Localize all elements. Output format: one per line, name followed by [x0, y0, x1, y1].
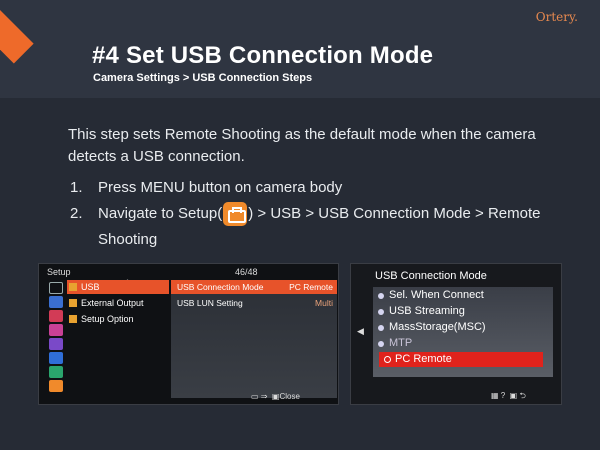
star-icon — [49, 282, 63, 294]
list-item[interactable]: Sel. When Connect — [373, 288, 553, 303]
home-icon — [49, 296, 63, 308]
list-item-selected[interactable]: PC Remote — [379, 352, 543, 367]
usb-options-panel: USB Connection Mode PC Remote USB LUN Set… — [171, 280, 337, 398]
list-item[interactable]: USB Streaming — [373, 304, 553, 319]
camera-setup-menu-screenshot: Setup ︿ 46/48 USB External Output Setup … — [38, 263, 339, 405]
page-title: #4 Set USB Connection Mode — [92, 42, 434, 69]
slide: Ortery. #4 Set USB Connection Mode Camer… — [0, 0, 600, 450]
network-icon — [49, 366, 63, 378]
list-item[interactable]: MTP — [373, 336, 553, 351]
playback-icon — [49, 352, 63, 364]
steps-list: 1. Press MENU button on camera body 2. N… — [70, 175, 570, 253]
brand-logo: Ortery. — [535, 10, 578, 24]
arrow-left-icon: ◀ — [357, 326, 364, 336]
setup-submenu: USB External Output Setup Option — [67, 280, 169, 398]
step-text: Press MENU button on camera body — [98, 179, 343, 196]
footer-icons: ▦ ? ▣ ⮌ — [491, 391, 526, 400]
list-item[interactable]: USB — [67, 280, 169, 294]
af-icon — [49, 338, 63, 350]
menu-title: Setup — [47, 267, 71, 277]
step-2: 2. Navigate to Setup() > USB > USB Conne… — [70, 201, 570, 253]
close-hint: ▭ ⇒ ▣Close — [251, 392, 300, 401]
camera-icon — [49, 310, 63, 322]
toolbox-icon — [223, 202, 248, 227]
page-indicator: 46/48 — [235, 267, 258, 277]
step-1: 1. Press MENU button on camera body — [70, 175, 570, 201]
step-number: 2. — [70, 205, 83, 222]
intro-text: This step sets Remote Shooting as the de… — [68, 126, 536, 165]
breadcrumb: Camera Settings > USB Connection Steps — [93, 72, 313, 84]
list-item[interactable]: USB Connection Mode PC Remote — [171, 280, 337, 294]
list-item[interactable]: External Output — [67, 296, 169, 310]
step-number: 1. — [70, 179, 83, 196]
header-band: Ortery. #4 Set USB Connection Mode Camer… — [0, 0, 600, 98]
step-text-before: Navigate to Setup( — [98, 205, 223, 222]
list-item[interactable]: USB LUN Setting Multi — [171, 296, 337, 310]
options-list: Sel. When Connect USB Streaming MassStor… — [373, 287, 553, 377]
camera-usb-mode-screenshot: USB Connection Mode ◀ Sel. When Connect … — [350, 263, 562, 405]
list-item[interactable]: Setup Option — [67, 312, 169, 326]
toolbox-icon — [49, 380, 63, 392]
menu-title: USB Connection Mode — [375, 270, 487, 282]
movie-icon — [49, 324, 63, 336]
list-item[interactable]: MassStorage(MSC) — [373, 320, 553, 335]
